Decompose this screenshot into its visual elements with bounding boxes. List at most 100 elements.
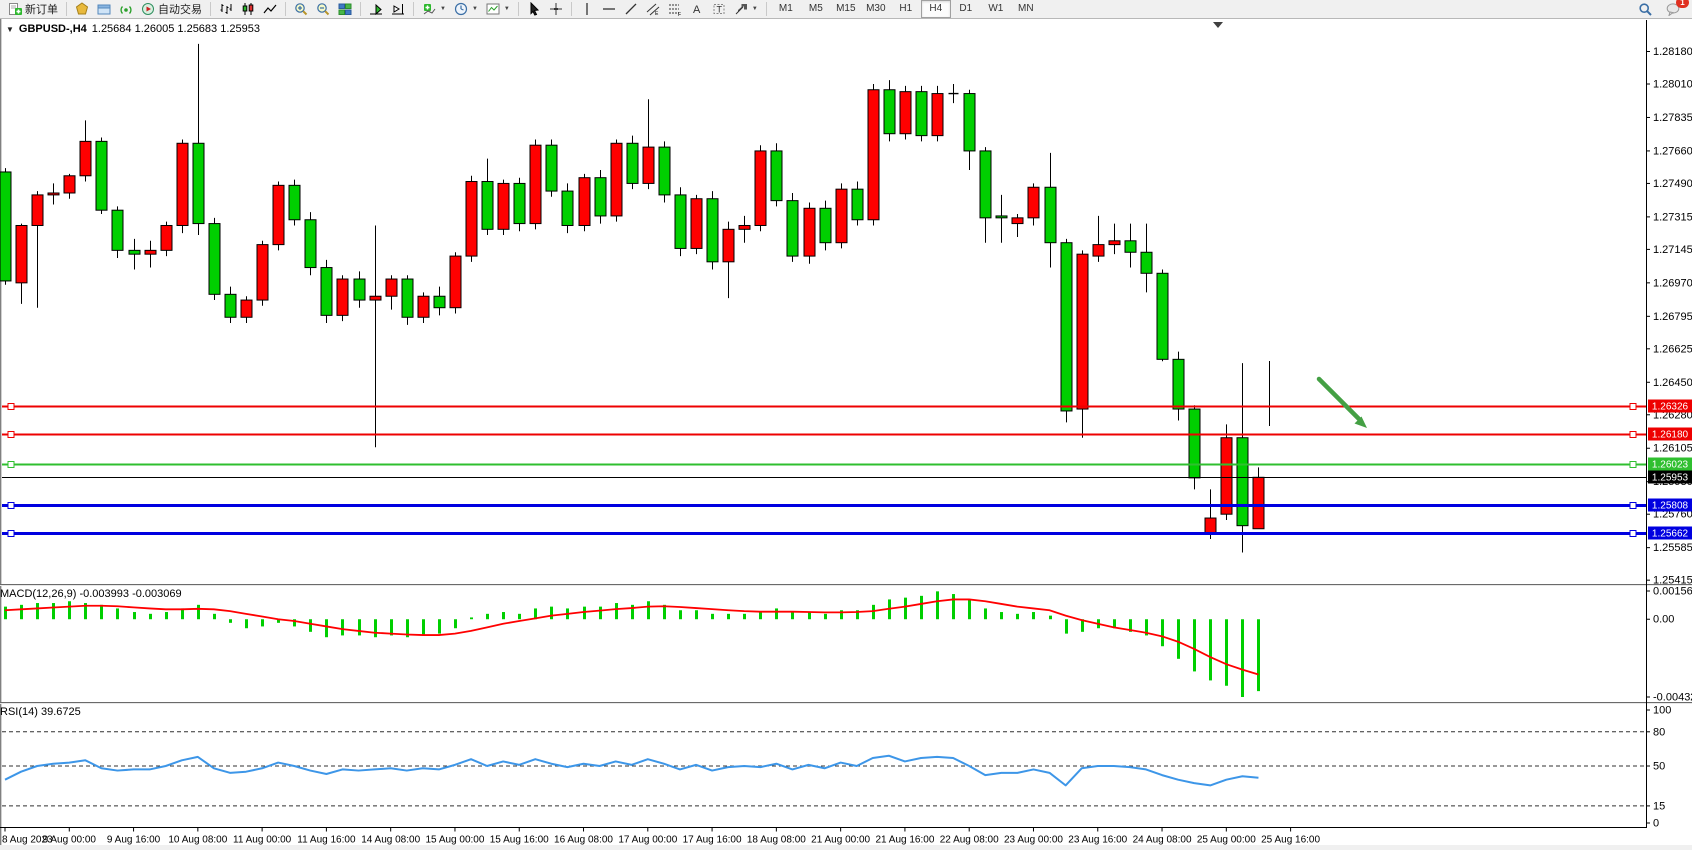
candle-body [1237,438,1248,526]
time-tick-label: 16 Aug 08:00 [554,835,613,846]
candle-body [1012,218,1023,224]
candle-body [514,183,525,223]
price-tick-label: 1.26105 [1653,443,1692,455]
price-badge-1.26180: 1.26180 [1648,428,1692,441]
timeframe-h4-button[interactable]: H4 [921,0,951,18]
timeframe-m15-button[interactable]: M15 [831,0,861,18]
new-order-button[interactable]: 新订单 [4,0,62,19]
line-handle[interactable] [8,404,14,410]
candle-body [932,94,943,136]
time-tick-label: 18 Aug 08:00 [747,835,806,846]
candle-body [595,178,606,216]
label-button[interactable]: T [708,0,730,19]
price-tick-label: 1.25585 [1653,542,1692,554]
timeframe-m30-button[interactable]: M30 [861,0,891,18]
auto-trading-button[interactable]: 自动交易 [137,0,206,19]
timeframe-m5-button[interactable]: M5 [801,0,831,18]
line-handle[interactable] [8,531,14,537]
cursor-button[interactable] [523,0,545,19]
candle-body [739,225,750,229]
candle-body [96,141,107,210]
text-button[interactable]: A [686,0,708,19]
line-handle[interactable] [8,432,14,438]
horizontal-line-button[interactable] [598,0,620,19]
fibonacci-button[interactable]: F [664,0,686,19]
indicators-button[interactable]: ▼ [418,0,450,19]
candle-body [546,145,557,191]
line-handle[interactable] [8,462,14,468]
candle-body [354,279,365,300]
line-handle[interactable] [1630,432,1636,438]
new-order-icon [8,2,22,16]
chart-shift-icon [391,2,405,16]
time-tick-label: 21 Aug 16:00 [875,835,934,846]
auto-scroll-icon [369,2,383,16]
notifications-button[interactable]: 1 [1662,0,1684,19]
tile-windows-icon [338,2,352,16]
indicators-icon [422,2,436,16]
line-handle[interactable] [1630,462,1636,468]
candle-chart-button[interactable] [237,0,259,19]
main-toolbar: 新订单 自动交易 ▼ ▼ ▼ EFAT ▼ M1M5M15M30H1H4D1W1MN 1 [0,0,1692,19]
timeframe-mn-button[interactable]: MN [1011,0,1041,18]
tile-windows-button[interactable] [334,0,356,19]
candle-body [32,195,43,226]
candle-body [321,268,332,316]
chart-canvas[interactable]: 1.281801.280101.278351.276601.274901.273… [0,19,1692,850]
candle-body [193,143,204,223]
vertical-line-button[interactable] [576,0,598,19]
collapse-chart-icon[interactable]: ▼ [6,25,14,34]
timeframe-h1-button[interactable]: H1 [891,0,921,18]
line-handle[interactable] [1630,404,1636,410]
templates-icon [486,2,500,16]
toolbar-separator [285,2,286,16]
chart-area[interactable]: ▼ GBPUSD-,H4 1.25684 1.26005 1.25683 1.2… [0,19,1692,850]
time-tick-label: 10 Aug 08:00 [168,835,227,846]
search-button[interactable] [1634,0,1656,19]
line-chart-button[interactable] [259,0,281,19]
timeframe-m1-button[interactable]: M1 [771,0,801,18]
macd-indicator-label: MACD(12,26,9) -0.003993 -0.003069 [0,588,182,600]
candle-body [80,141,91,175]
trendline-button[interactable] [620,0,642,19]
price-badge-1.26326: 1.26326 [1648,400,1692,413]
rsi-tick-label: 100 [1653,705,1671,717]
market-watch-button[interactable] [71,0,93,19]
line-handle[interactable] [1630,531,1636,537]
toolbar-separator [518,2,519,16]
data-folder-button[interactable] [93,0,115,19]
channel-button[interactable]: E [642,0,664,19]
time-tick-label: 17 Aug 00:00 [618,835,677,846]
candle-body [370,296,381,300]
price-tick-label: 1.26970 [1653,277,1692,289]
symbol-period-label: GBPUSD-,H4 [19,23,87,35]
price-badge-1.25808: 1.25808 [1648,499,1692,512]
candle-body [820,208,831,242]
zoom-in-button[interactable] [290,0,312,19]
candle-body [771,151,782,201]
timeframe-w1-button[interactable]: W1 [981,0,1011,18]
channel-icon: E [646,2,660,16]
line-handle[interactable] [1630,503,1636,509]
svg-text:E: E [655,11,659,16]
dropdown-caret-icon[interactable]: ▼ [440,6,446,12]
arrows-button[interactable]: ▼ [730,0,762,19]
bar-chart-button[interactable] [215,0,237,19]
dropdown-caret-icon[interactable]: ▼ [504,6,510,12]
templates-button[interactable]: ▼ [482,0,514,19]
candle-body [305,220,316,268]
dropdown-caret-icon[interactable]: ▼ [752,6,758,12]
dropdown-caret-icon[interactable]: ▼ [472,6,478,12]
line-handle[interactable] [8,503,14,509]
candle-body [1253,477,1264,528]
periods-button[interactable]: ▼ [450,0,482,19]
crosshair-icon [549,2,563,16]
crosshair-button[interactable] [545,0,567,19]
zoom-out-button[interactable] [312,0,334,19]
chart-shift-button[interactable] [387,0,409,19]
auto-scroll-button[interactable] [365,0,387,19]
timeframe-d1-button[interactable]: D1 [951,0,981,18]
notification-count-badge: 1 [1676,0,1689,8]
time-tick-label: 17 Aug 16:00 [683,835,742,846]
signals-button[interactable] [115,0,137,19]
